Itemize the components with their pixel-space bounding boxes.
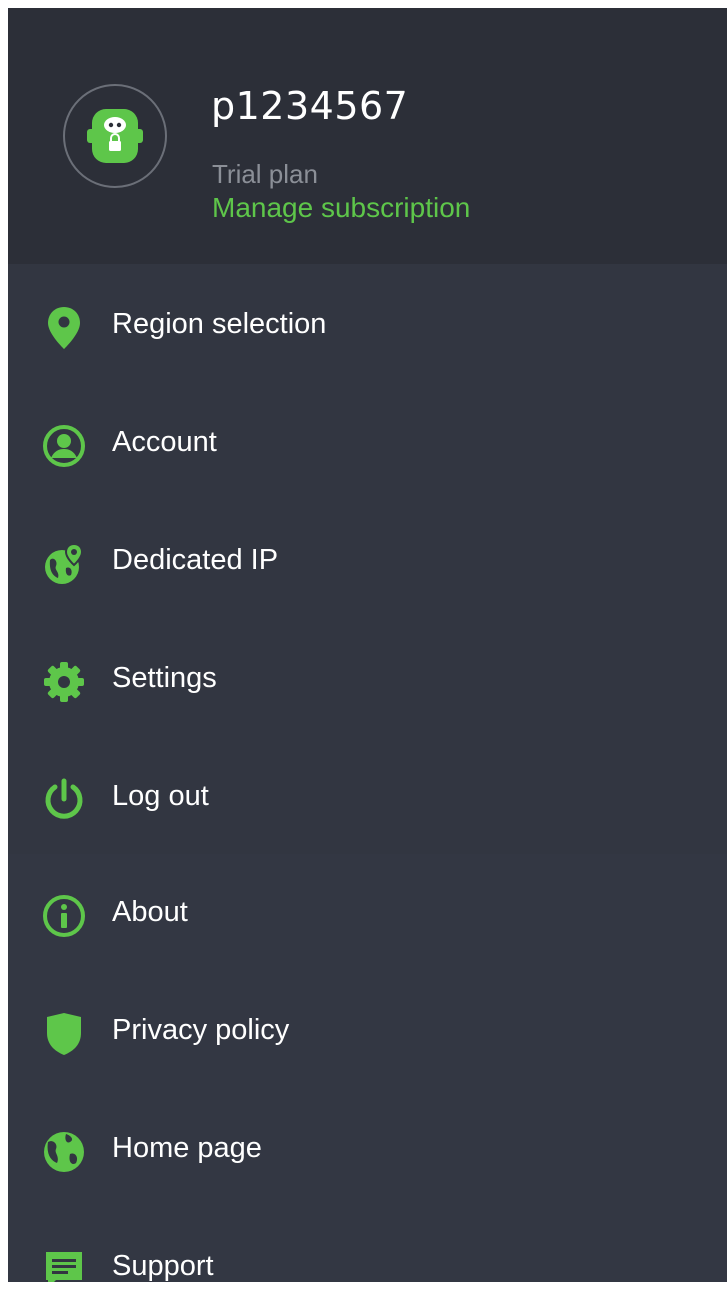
vpn-robot-icon [87, 109, 143, 163]
menu-item-label: Home page [112, 1132, 262, 1164]
profile-header: p1234567 Trial plan Manage subscription [8, 8, 727, 264]
shield-icon [40, 1012, 88, 1056]
menu-item-support[interactable]: Support [8, 1228, 727, 1282]
globe-icon [40, 1130, 88, 1174]
menu-item-settings[interactable]: Settings [8, 640, 727, 720]
menu-item-dedicated-ip[interactable]: Dedicated IP [8, 522, 727, 602]
plan-label: Trial plan [212, 159, 318, 189]
menu-item-account[interactable]: Account [8, 404, 727, 484]
manage-subscription-link[interactable]: Manage subscription [212, 192, 470, 224]
menu-item-label: Log out [112, 780, 209, 812]
main-menu: Region selection Account Dedicated IP Se… [8, 264, 727, 854]
menu-item-label: Privacy policy [112, 1014, 290, 1046]
menu-item-home-page[interactable]: Home page [8, 1110, 727, 1190]
user-circle-icon [40, 424, 88, 468]
menu-item-privacy-policy[interactable]: Privacy policy [8, 992, 727, 1072]
username: p1234567 [211, 84, 409, 128]
menu-item-region-selection[interactable]: Region selection [8, 286, 727, 366]
menu-item-label: Account [112, 426, 217, 458]
menu-item-about[interactable]: About [8, 874, 727, 954]
info-menu: About Privacy policy Home page Support [8, 854, 727, 1282]
navigation-drawer: p1234567 Trial plan Manage subscription … [8, 8, 727, 1282]
menu-item-label: Settings [112, 662, 217, 694]
globe-pin-icon [40, 542, 88, 586]
chat-icon [40, 1248, 88, 1282]
menu-item-label: Dedicated IP [112, 544, 279, 576]
menu-item-label: Region selection [112, 308, 327, 340]
avatar [63, 84, 167, 188]
menu-item-label: About [112, 896, 188, 928]
location-pin-icon [40, 306, 88, 350]
menu-item-log-out[interactable]: Log out [8, 758, 727, 838]
menu-item-label: Support [112, 1250, 214, 1282]
gear-icon [40, 660, 88, 704]
info-icon [40, 894, 88, 938]
power-icon [40, 778, 88, 822]
